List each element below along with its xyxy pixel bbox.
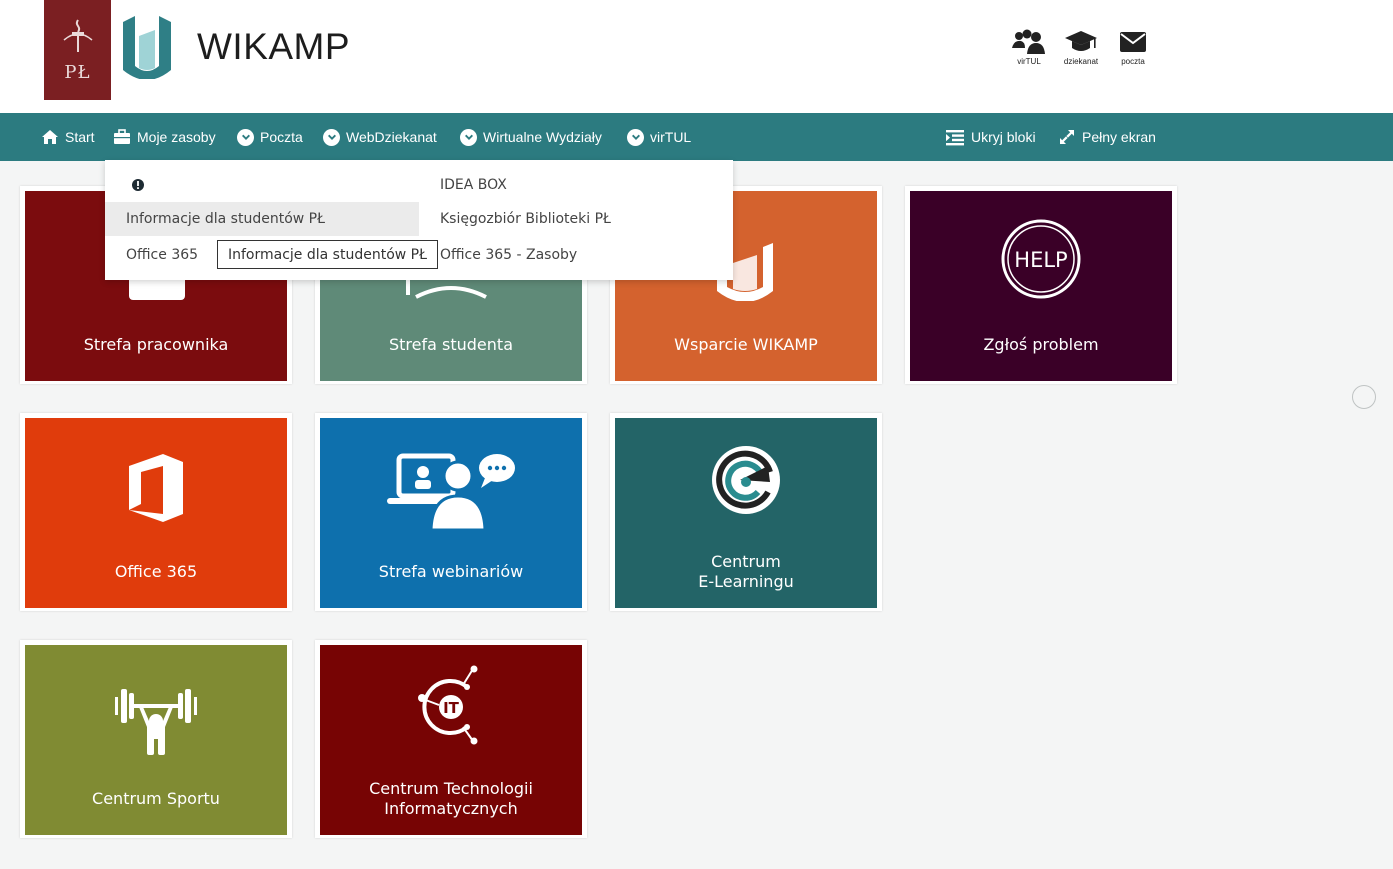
- hide-blocks-button[interactable]: Ukryj bloki: [945, 113, 1036, 161]
- users-icon: [1012, 29, 1045, 54]
- nav-wirtualne-wydzialy-label: Wirtualne Wydziały: [483, 129, 602, 145]
- tile-label-line1: Centrum Technologii: [369, 779, 533, 798]
- dropdown-item-label: Office 365: [126, 247, 199, 263]
- chevron-down-icon: [323, 128, 340, 146]
- tile-label: Office 365: [114, 562, 198, 581]
- chevron-down-icon: [460, 128, 477, 146]
- dropdown-item-label: IDEA BOX: [440, 177, 507, 193]
- main-navbar: Start Moje zasoby Poczta WebDziekanat Wi…: [0, 113, 1393, 161]
- expand-icon: [1060, 130, 1074, 144]
- dropdown-item-idea-box[interactable]: IDEA BOX: [419, 168, 733, 202]
- tile-centrum-sportu[interactable]: Centrum Sportu: [25, 645, 287, 835]
- it-icon-text: IT: [443, 699, 460, 717]
- help-icon-text: HELP: [1014, 248, 1067, 272]
- wikamp-logo-icon[interactable]: [121, 14, 173, 79]
- nav-webdziekanat-label: WebDziekanat: [346, 129, 437, 145]
- nav-webdziekanat[interactable]: WebDziekanat: [323, 113, 437, 161]
- hide-blocks-label: Ukryj bloki: [971, 129, 1036, 145]
- envelope-icon: [1120, 32, 1146, 52]
- dropdown-item-ksiegozbior[interactable]: Księgozbiór Biblioteki PŁ: [419, 202, 733, 236]
- nav-start-label: Start: [65, 129, 95, 145]
- dropdown-item-office-365[interactable]: Office 365: [105, 238, 217, 272]
- fullscreen-label: Pełny ekran: [1082, 129, 1156, 145]
- nav-virtul[interactable]: virTUL: [627, 113, 691, 161]
- tile-label-line2: Informatycznych: [384, 799, 518, 818]
- virtul-link[interactable]: virTUL: [1008, 28, 1050, 66]
- dziekanat-label: dziekanat: [1063, 57, 1099, 66]
- dropdown-item-alert[interactable]: [105, 168, 419, 202]
- dziekanat-link[interactable]: dziekanat: [1060, 28, 1102, 66]
- webinar-icon: [320, 450, 582, 534]
- nav-moje-zasoby-label: Moje zasoby: [137, 129, 216, 145]
- home-icon: [42, 130, 58, 144]
- tile-label: Strefa webinariów: [378, 562, 524, 581]
- tile-label: Strefa studenta: [389, 335, 513, 354]
- tile-frame: IT Centrum Technologii Informatycznych: [315, 640, 587, 838]
- cti-icon: IT: [320, 665, 582, 749]
- tile-label: Strefa pracownika: [83, 335, 229, 354]
- site-header: PŁ WIKAMP virTUL dziekanat poczta: [0, 0, 1393, 113]
- weightlifter-icon: [25, 677, 287, 761]
- chevron-down-icon: [627, 128, 644, 146]
- nav-wirtualne-wydzialy[interactable]: Wirtualne Wydziały: [460, 113, 602, 161]
- graduation-cap-icon: [1065, 31, 1097, 51]
- tile-zglos-problem[interactable]: HELP Zgłoś problem: [910, 191, 1172, 381]
- tile-centrum-technologii-informatycznych[interactable]: IT Centrum Technologii Informatycznych: [320, 645, 582, 835]
- tile-label: Centrum E-Learningu: [615, 552, 877, 592]
- exclamation-circle-icon: [132, 179, 144, 191]
- dropdown-item-label: Informacje dla studentów PŁ: [126, 211, 325, 227]
- poczta-label: poczta: [1121, 57, 1145, 66]
- virtul-label: virTUL: [1017, 57, 1041, 66]
- list-icon: [946, 130, 964, 146]
- hover-tooltip: Informacje dla studentów PŁ: [217, 240, 438, 269]
- tile-frame: Centrum E-Learningu: [610, 413, 882, 611]
- tile-label: Centrum Sportu: [92, 789, 220, 808]
- tile-frame: Office 365: [20, 413, 292, 611]
- scroll-to-top-button[interactable]: [1352, 385, 1376, 409]
- tile-label-line2: E-Learningu: [698, 572, 794, 591]
- dropdown-item-label: Office 365 - Zasoby: [440, 247, 578, 263]
- tile-label: Centrum Technologii Informatycznych: [320, 779, 582, 819]
- nav-start[interactable]: Start: [41, 113, 95, 161]
- tile-label-line1: Centrum: [711, 552, 781, 571]
- briefcase-icon: [114, 129, 130, 144]
- tile-label: Wsparcie WIKAMP: [674, 335, 818, 354]
- tile-frame: HELP Zgłoś problem: [905, 186, 1177, 384]
- nav-moje-zasoby[interactable]: Moje zasoby: [113, 113, 216, 161]
- tile-frame: Strefa webinariów: [315, 413, 587, 611]
- help-icon: HELP: [910, 217, 1172, 301]
- chevron-down-icon: [237, 128, 254, 146]
- poczta-link[interactable]: poczta: [1112, 28, 1154, 66]
- site-title[interactable]: WIKAMP: [197, 26, 350, 68]
- tile-frame: Centrum Sportu: [20, 640, 292, 838]
- tile-label: Zgłoś problem: [983, 335, 1099, 354]
- tile-centrum-e-learningu[interactable]: Centrum E-Learningu: [615, 418, 877, 608]
- logo-letters: PŁ: [64, 61, 91, 83]
- university-logo[interactable]: PŁ: [44, 0, 111, 100]
- dropdown-item-informacje[interactable]: Informacje dla studentów PŁ: [105, 202, 419, 236]
- tile-office-365[interactable]: Office 365: [25, 418, 287, 608]
- dropdown-item-office-365-zasoby[interactable]: Office 365 - Zasoby: [419, 238, 733, 272]
- elearning-icon: [615, 444, 877, 528]
- torch-emblem-icon: [63, 18, 92, 52]
- fullscreen-button[interactable]: Pełny ekran: [1058, 113, 1156, 161]
- nav-poczta-label: Poczta: [260, 129, 303, 145]
- office-icon: [25, 452, 287, 536]
- nav-poczta[interactable]: Poczta: [237, 113, 303, 161]
- nav-virtul-label: virTUL: [650, 129, 692, 145]
- tile-strefa-webinariow[interactable]: Strefa webinariów: [320, 418, 582, 608]
- quick-links: virTUL dziekanat poczta: [1008, 28, 1154, 66]
- dropdown-item-label: Księgozbiór Biblioteki PŁ: [440, 211, 611, 227]
